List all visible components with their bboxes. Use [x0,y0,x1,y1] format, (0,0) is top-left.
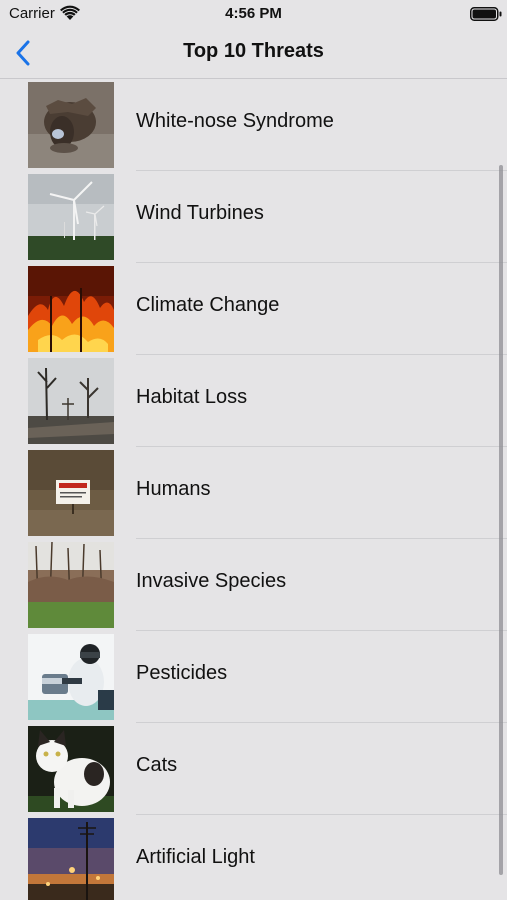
page-title: Top 10 Threats [183,40,324,62]
hazmat-worker-photo [28,634,114,720]
threat-list[interactable]: White-nose Syndrome Wind Turbines Climat… [0,79,507,900]
danger-sign-photo [28,450,114,536]
list-item[interactable]: Artificial Light [0,815,507,900]
threat-label: Cats [136,754,178,776]
threat-label: Invasive Species [136,570,287,592]
list-item[interactable]: Cats [0,723,507,815]
battery-icon [470,7,502,21]
burned-trees-photo [28,358,114,444]
list-item[interactable]: Pesticides [0,631,507,723]
threat-label: Humans [136,478,211,500]
threat-label: Wind Turbines [136,202,264,224]
navigation-bar: Top 10 Threats [0,28,507,79]
list-item[interactable]: Wind Turbines [0,171,507,263]
threat-label: White-nose Syndrome [136,110,334,132]
list-item[interactable]: Habitat Loss [0,355,507,447]
list-item[interactable]: Climate Change [0,263,507,355]
threat-label: Pesticides [136,662,228,684]
scroll-indicator[interactable] [499,165,503,875]
street-lights-night-photo [28,818,114,900]
list-item[interactable]: Humans [0,447,507,539]
clock: 4:56 PM [225,5,282,22]
bat-photo [28,82,114,168]
status-bar: Carrier 4:56 PM [0,0,507,28]
cat-photo [28,726,114,812]
bare-woodland-photo [28,542,114,628]
forest-fire-photo [28,266,114,352]
threat-label: Artificial Light [136,846,255,868]
wind-turbines-photo [28,174,114,260]
threat-label: Habitat Loss [136,386,248,408]
list-item[interactable]: White-nose Syndrome [0,79,507,171]
threat-label: Climate Change [136,294,280,316]
list-item[interactable]: Invasive Species [0,539,507,631]
